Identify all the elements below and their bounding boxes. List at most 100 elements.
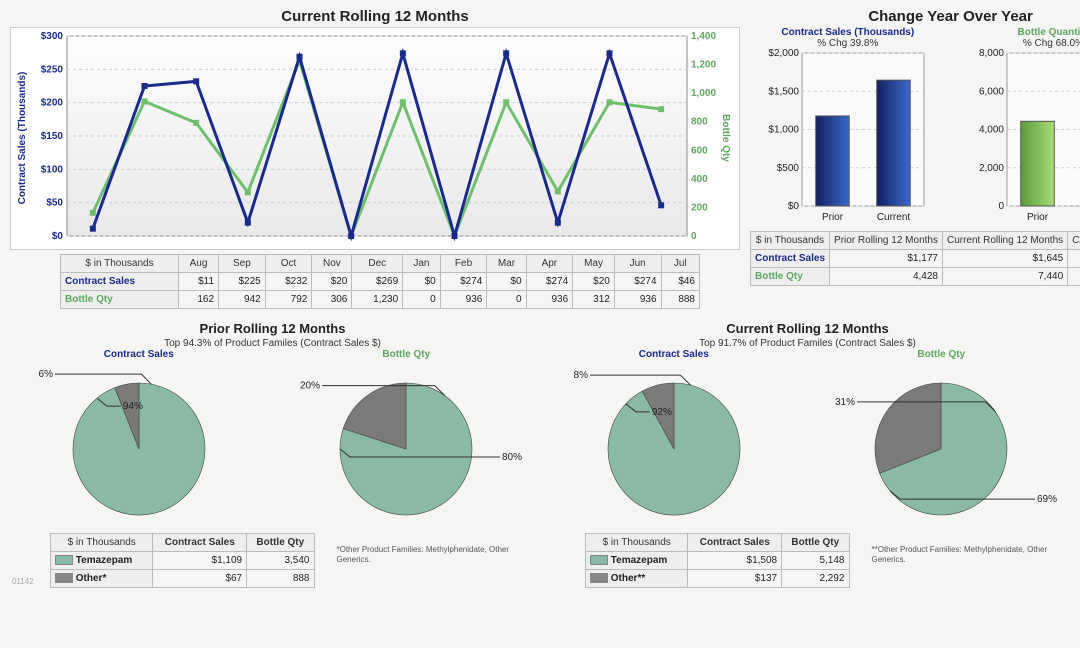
cell: $0 — [403, 273, 441, 291]
svg-text:94%: 94% — [123, 401, 143, 412]
current-title: Current Rolling 12 Months — [545, 319, 1070, 338]
svg-text:0: 0 — [691, 231, 697, 242]
svg-text:1,400: 1,400 — [691, 32, 716, 42]
cell: 0 — [403, 291, 441, 309]
cell: 312 — [573, 291, 615, 309]
svg-text:1,000: 1,000 — [691, 88, 716, 99]
yoy-cs-sub: % Chg 39.8% — [750, 38, 946, 49]
svg-text:$300: $300 — [41, 32, 64, 42]
cell: $ in Thousands — [61, 255, 179, 273]
cell: $1,177 — [830, 250, 943, 268]
yoy-table: $ in Thousands Prior Rolling 12 Months C… — [750, 231, 1080, 286]
svg-text:200: 200 — [691, 202, 708, 213]
cell: 2,292 — [782, 570, 849, 588]
cell: 3,540 — [247, 552, 314, 570]
prior-note: *Other Product Families: Methylphenidate… — [325, 533, 536, 564]
cell: Sep — [219, 255, 266, 273]
yoy-bq-bar: 02,0004,0006,0008,000PriorCurrent — [973, 49, 1080, 224]
cell: Bottle Qty — [751, 268, 830, 286]
line-chart-svg: $0$50$100$150$200$250$30002004006008001,… — [13, 32, 733, 244]
rolling-chart: $0$50$100$150$200$250$30002004006008001,… — [10, 27, 740, 250]
cell: Contract Sales — [153, 534, 247, 552]
cell: Contract Sales — [751, 250, 830, 268]
cell: $0 — [487, 273, 526, 291]
svg-text:69%: 69% — [1037, 494, 1057, 505]
cell: $46 — [661, 273, 699, 291]
cell: Jul — [661, 255, 699, 273]
svg-text:1,200: 1,200 — [691, 60, 716, 71]
cell: $ in Thousands — [751, 232, 830, 250]
svg-text:400: 400 — [691, 174, 708, 185]
cell: Dec — [352, 255, 403, 273]
cell: Jan — [403, 255, 441, 273]
cell: Feb — [440, 255, 487, 273]
svg-text:31%: 31% — [835, 397, 855, 408]
cell: $274 — [526, 273, 573, 291]
current-bq-pie: 69% 31% — [821, 360, 1061, 530]
svg-text:$1,000: $1,000 — [768, 125, 799, 136]
svg-text:$250: $250 — [41, 64, 64, 75]
cell: Nov — [312, 255, 352, 273]
svg-text:$100: $100 — [41, 164, 64, 175]
cell: 0 — [487, 291, 526, 309]
yoy-bq-title: Bottle Quantity — [956, 27, 1080, 38]
svg-text:6%: 6% — [38, 369, 53, 380]
cell: $469 — [1068, 250, 1080, 268]
cell: 4,428 — [830, 268, 943, 286]
cell: Oct — [265, 255, 312, 273]
cell: $1,508 — [688, 552, 782, 570]
cell: $269 — [352, 273, 403, 291]
rolling-table: $ in ThousandsAugSepOctNovDecJanFebMarAp… — [60, 254, 700, 309]
cell: $274 — [440, 273, 487, 291]
rolling-title: Current Rolling 12 Months — [10, 6, 740, 27]
svg-text:2,000: 2,000 — [979, 163, 1004, 174]
current-cs-pie: 92%8% — [554, 360, 794, 530]
prior-title: Prior Rolling 12 Months — [10, 319, 535, 338]
cell: Contract Sales — [688, 534, 782, 552]
svg-text:$500: $500 — [777, 163, 800, 174]
svg-text:Prior: Prior — [822, 212, 844, 223]
cell: Current Rolling 12 Months — [942, 232, 1067, 250]
cell: Jun — [614, 255, 661, 273]
svg-text:20%: 20% — [300, 381, 320, 392]
cell: 936 — [526, 291, 573, 309]
cell: Aug — [179, 255, 219, 273]
cell: 7,440 — [942, 268, 1067, 286]
svg-text:80%: 80% — [502, 452, 522, 463]
svg-text:Current: Current — [877, 212, 911, 223]
current-subtitle: Top 91.7% of Product Familes (Contract S… — [545, 338, 1070, 349]
prior-cs-pie: 94% 6% — [19, 360, 259, 530]
svg-text:8,000: 8,000 — [979, 49, 1004, 59]
cell: Apr — [526, 255, 573, 273]
cell: $274 — [614, 273, 661, 291]
cell: Temazepam — [51, 552, 153, 570]
cell: $1,645 — [942, 250, 1067, 268]
cell: $ in Thousands — [51, 534, 153, 552]
svg-text:600: 600 — [691, 145, 708, 156]
prior-cs-label: Contract Sales — [10, 349, 268, 360]
cell: $137 — [688, 570, 782, 588]
cell: 936 — [614, 291, 661, 309]
svg-text:4,000: 4,000 — [979, 125, 1004, 136]
cell: $20 — [312, 273, 352, 291]
cell: Bottle Qty — [61, 291, 179, 309]
svg-text:$50: $50 — [46, 198, 63, 209]
yoy-bq-sub: % Chg 68.0% — [956, 38, 1080, 49]
svg-text:$0: $0 — [52, 231, 64, 242]
cell: Contract Sales — [61, 273, 179, 291]
cell: $67 — [153, 570, 247, 588]
cell: Other* — [51, 570, 153, 588]
current-note: **Other Product Families: Methylphenidat… — [860, 533, 1071, 564]
prior-subtitle: Top 94.3% of Product Familes (Contract S… — [10, 338, 535, 349]
yoy-cs-title: Contract Sales (Thousands) — [750, 27, 946, 38]
cell: $ in Thousands — [586, 534, 688, 552]
yoy-title: Change Year Over Year — [750, 6, 1080, 27]
cell: 1,230 — [352, 291, 403, 309]
svg-text:8%: 8% — [573, 370, 588, 381]
cell: 888 — [661, 291, 699, 309]
cell: Change — [1068, 232, 1080, 250]
cell: 888 — [247, 570, 314, 588]
svg-text:800: 800 — [691, 117, 708, 128]
cell: May — [573, 255, 615, 273]
cell: Other** — [586, 570, 688, 588]
